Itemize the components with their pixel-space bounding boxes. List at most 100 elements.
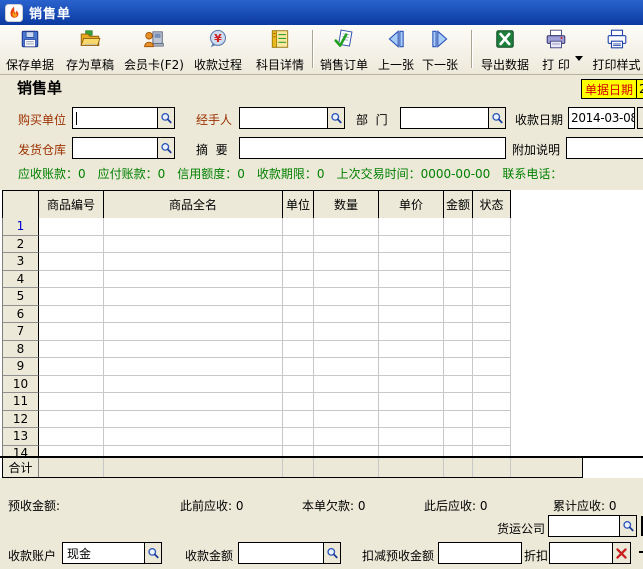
grid-cell[interactable] [473,393,511,411]
grid-cell[interactable] [379,236,444,254]
grid-cell[interactable] [444,358,473,376]
buyer-input[interactable] [72,107,175,129]
grid-cell[interactable] [283,341,314,359]
payment-account-input[interactable]: 现金 [62,542,162,564]
grid-cell[interactable] [283,428,314,446]
grid-cell[interactable] [283,288,314,306]
buyer-lookup-button[interactable] [157,108,174,128]
grid-cell[interactable] [39,271,104,289]
grid-cell[interactable] [104,376,283,394]
deduct-prepaid-input[interactable] [438,542,522,564]
grid-cell[interactable] [379,218,444,236]
row-number[interactable]: 11 [3,393,39,411]
grid-cell[interactable] [283,271,314,289]
grid-cell[interactable] [283,446,314,457]
next-button[interactable]: 下一张 [420,28,460,72]
grid-cell[interactable] [104,288,283,306]
grid-cell[interactable] [444,323,473,341]
row-number[interactable]: 13 [3,428,39,446]
grid-cell[interactable] [39,428,104,446]
grid-cell[interactable] [39,218,104,236]
row-number[interactable]: 8 [3,341,39,359]
grid-cell[interactable] [314,428,379,446]
grid-cell[interactable] [283,236,314,254]
grid-cell[interactable] [473,341,511,359]
grid-cell[interactable] [104,358,283,376]
receipt-date-dropdown-cut[interactable] [637,107,643,129]
extra-note-input[interactable] [566,137,643,159]
grid-cell[interactable] [473,446,511,457]
grid-cell[interactable] [39,393,104,411]
grid-cell[interactable] [314,393,379,411]
grid-cell[interactable] [39,341,104,359]
grid-cell[interactable] [283,306,314,324]
grid-cell[interactable] [104,446,283,457]
grid-cell[interactable] [379,358,444,376]
grid-cell[interactable] [104,271,283,289]
grid-cell[interactable] [473,428,511,446]
export-data-button[interactable]: 导出数据 [479,28,531,72]
grid-cell[interactable] [314,376,379,394]
grid-cell[interactable] [379,306,444,324]
handler-lookup-button[interactable] [327,108,344,128]
grid-cell[interactable] [444,428,473,446]
grid-cell[interactable] [104,428,283,446]
grid-cell[interactable] [39,253,104,271]
warehouse-input[interactable] [72,137,175,159]
grid-cell[interactable] [283,323,314,341]
receipt-date-input[interactable]: 2014-03-08 [568,107,635,129]
grid-cell[interactable] [379,376,444,394]
warehouse-lookup-button[interactable] [157,138,174,158]
previous-button[interactable]: 上一张 [376,28,416,72]
grid-cell[interactable] [314,323,379,341]
grid-cell[interactable] [379,253,444,271]
grid-cell[interactable] [39,236,104,254]
grid-cell[interactable] [473,323,511,341]
grid-cell[interactable] [39,323,104,341]
print-style-button[interactable]: 打印样式 [590,28,643,72]
grid-cell[interactable] [39,376,104,394]
grid-cell[interactable] [444,288,473,306]
grid-cell[interactable] [104,341,283,359]
department-lookup-button[interactable] [488,108,505,128]
grid-cell[interactable] [473,358,511,376]
grid-cell[interactable] [379,288,444,306]
grid-cell[interactable] [314,358,379,376]
freight-company-input[interactable] [548,515,637,537]
grid-cell[interactable] [104,253,283,271]
member-card-button[interactable]: 会员卡(F2) [122,28,186,72]
grid-cell[interactable] [39,411,104,429]
row-number[interactable]: 9 [3,358,39,376]
grid-cell[interactable] [314,271,379,289]
grid-cell[interactable] [104,411,283,429]
grid-cell[interactable] [379,411,444,429]
grid-cell[interactable] [314,218,379,236]
row-number[interactable]: 12 [3,411,39,429]
department-input[interactable] [400,107,506,129]
grid-cell[interactable] [473,253,511,271]
grid-cell[interactable] [104,306,283,324]
grid-cell[interactable] [473,218,511,236]
grid-cell[interactable] [379,323,444,341]
discount-clear-button[interactable] [612,543,630,563]
grid-cell[interactable] [314,288,379,306]
row-number[interactable]: 2 [3,236,39,254]
grid-cell[interactable] [283,393,314,411]
row-number[interactable]: 14 [3,446,39,457]
grid-cell[interactable] [379,446,444,457]
grid-cell[interactable] [283,358,314,376]
grid-cell[interactable] [444,218,473,236]
grid-cell[interactable] [444,271,473,289]
row-number[interactable]: 1 [3,218,39,236]
row-number[interactable]: 7 [3,323,39,341]
doc-date-button[interactable]: 单据日期 2 [581,79,643,99]
grid-cell[interactable] [283,411,314,429]
grid-cell[interactable] [283,253,314,271]
payment-account-lookup-button[interactable] [144,543,161,563]
print-button[interactable]: 打 印 [537,28,575,72]
grid-cell[interactable] [39,306,104,324]
grid-cell[interactable] [314,446,379,457]
grid-cell[interactable] [473,288,511,306]
row-number[interactable]: 3 [3,253,39,271]
row-number[interactable]: 6 [3,306,39,324]
